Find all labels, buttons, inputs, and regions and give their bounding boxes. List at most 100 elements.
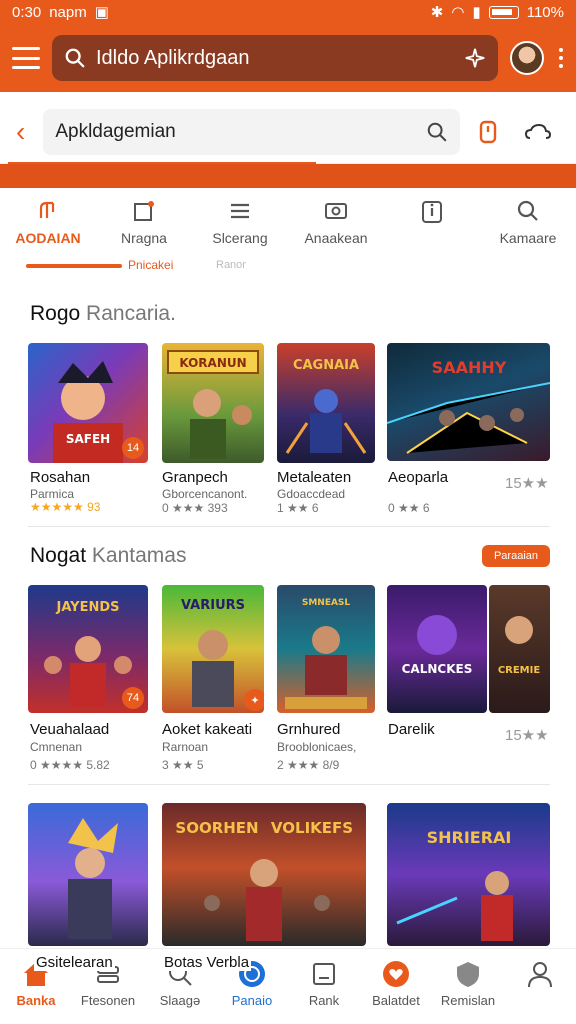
section-subtitle-text: Kantamas — [91, 544, 187, 567]
secondary-search-text: Apkldagemian — [55, 120, 176, 142]
section-title-text: Nogat — [30, 544, 87, 567]
bookmark-icon[interactable] — [466, 120, 510, 144]
badge: 14 — [122, 437, 144, 459]
nav-item-7[interactable]: Remislan — [432, 949, 504, 1024]
edit-icon — [134, 201, 154, 221]
tab-category-6[interactable]: Kamaare — [480, 198, 576, 258]
nav-label: Ftesonen — [80, 993, 136, 1008]
svg-text:VARIURS: VARIURS — [181, 598, 245, 613]
shield-icon — [457, 962, 479, 987]
svg-text:SOORHEN: SOORHEN — [175, 819, 258, 837]
nav-item-6[interactable]: Balatdet — [360, 949, 432, 1024]
tab-category-2[interactable]: Nragna — [96, 198, 192, 258]
tab-category-4[interactable]: Anaakean — [288, 198, 384, 258]
accent-strip — [0, 164, 576, 188]
game-developer: Rarnoan — [162, 740, 209, 754]
status-carrier: napm — [49, 3, 87, 21]
notification-icon: ▣ — [94, 4, 109, 21]
tab-category-3[interactable]: Slcerang — [192, 198, 288, 258]
svg-text:SMNEASL: SMNEASL — [302, 598, 351, 608]
tab-category-1[interactable]: AODAIAN — [0, 198, 96, 258]
sub-tab-active[interactable]: Pnicakei — [128, 258, 173, 272]
game-title[interactable]: Botas Verbla — [162, 954, 252, 971]
svg-text:SHRIERAI: SHRIERAI — [427, 828, 512, 847]
side-rating: 15★★ — [505, 727, 549, 744]
game-title[interactable]: Veuahalaad — [30, 721, 109, 738]
section-title-2: Nogat Kantamas — [30, 544, 186, 568]
secondary-search-field[interactable]: Apkldagemian — [43, 108, 460, 155]
game-rating: 0 ★★ 6 — [388, 501, 430, 515]
svg-text:KORANUN: KORANUN — [179, 356, 246, 370]
game-card-art[interactable]: SHRIERAI — [387, 803, 550, 946]
game-rating: 0 ★★★★ 5.82 — [30, 758, 110, 772]
nav-label: Banka — [16, 993, 56, 1008]
nav-label: Remislan — [440, 993, 496, 1008]
search-icon[interactable] — [426, 121, 448, 143]
svg-text:SAFEH: SAFEH — [66, 432, 110, 446]
card-icon — [313, 963, 335, 985]
nav-label: Rank — [308, 993, 340, 1008]
game-card-art[interactable]: VARIURS ✦ — [162, 585, 264, 713]
game-title[interactable]: Aoket kakeati — [162, 721, 252, 738]
game-title[interactable]: Aeoparla — [388, 469, 448, 486]
game-developer: Cmnenan — [30, 740, 83, 754]
game-rating: 1 ★★ 6 — [277, 501, 319, 515]
game-card-art[interactable]: SOORHEN VOLIKEFS — [162, 803, 366, 946]
game-title[interactable]: Granpech — [162, 469, 228, 486]
menu-icon[interactable] — [12, 47, 40, 69]
game-card-art[interactable]: SMNEASL — [277, 585, 375, 713]
app-screen: 0:30 napm ▣ ✱ ◠ ▮ 110% Idldo Aplikrdgaan… — [0, 0, 576, 1024]
search-icon — [65, 48, 85, 68]
category-tabs: AODAIAN Nragna Slcerang Anaakean Kamaare — [0, 198, 576, 258]
game-card-art[interactable]: SAAHHY — [387, 343, 550, 461]
svg-text:JAYENDS: JAYENDS — [56, 600, 120, 615]
game-card-art[interactable]: KORANUN — [162, 343, 264, 463]
avatar[interactable] — [510, 41, 544, 75]
game-card-art[interactable]: CREMIE — [489, 585, 550, 713]
game-title[interactable]: Metaleaten — [277, 469, 351, 486]
info-icon — [422, 201, 442, 223]
tab-label: Anaakean — [304, 230, 368, 246]
game-card-art[interactable]: CALNCKES — [387, 585, 487, 713]
tab-label: Nragna — [121, 230, 167, 246]
image-icon — [325, 203, 347, 219]
game-title[interactable]: Darelik — [388, 721, 435, 738]
game-rating: ★★★★★ 93 — [30, 500, 101, 514]
section-subtitle-text: Rancaria. — [86, 302, 176, 325]
svg-text:VOLIKEFS: VOLIKEFS — [271, 819, 353, 837]
game-card-art[interactable] — [28, 803, 148, 946]
battery-level: 110% — [526, 3, 564, 21]
status-time: 0:30 — [12, 3, 42, 21]
divider — [28, 784, 550, 785]
nav-label: Slaagə — [159, 993, 201, 1008]
active-tab-indicator — [26, 264, 122, 268]
section-title-1: Rogo Rancaria. — [30, 302, 176, 326]
game-developer: Gdoaccdead — [277, 487, 346, 501]
tab-category-5[interactable] — [384, 198, 480, 258]
game-card-art[interactable]: JAYENDS 74 — [28, 585, 148, 713]
profile-icon — [528, 962, 552, 988]
badge: 74 — [122, 687, 144, 709]
top-app-bar: Idldo Aplikrdgaan — [0, 24, 576, 92]
sub-tab-inactive[interactable]: Ranor — [216, 259, 246, 271]
game-card-art[interactable]: CAGNAIA — [277, 343, 375, 463]
side-rating: 15★★ — [505, 475, 549, 492]
game-title[interactable]: Gsitelearan — [34, 954, 115, 971]
svg-text:CALNCKES: CALNCKES — [402, 662, 473, 676]
back-arrow-icon[interactable]: ‹ — [16, 116, 25, 148]
game-rating: 2 ★★★ 8/9 — [277, 758, 340, 772]
cloud-icon[interactable] — [516, 122, 560, 142]
sparkle-icon[interactable] — [464, 47, 486, 69]
game-title[interactable]: Rosahan — [30, 469, 90, 486]
status-bar: 0:30 napm ▣ ✱ ◠ ▮ 110% — [0, 0, 576, 24]
game-title[interactable]: Grnhured — [277, 721, 340, 738]
game-card-art[interactable]: SAFEH 14 — [28, 343, 148, 463]
more-options-icon[interactable] — [558, 48, 564, 68]
svg-text:CAGNAIA: CAGNAIA — [293, 358, 359, 373]
nav-label: Balatdet — [372, 993, 420, 1008]
see-more-button[interactable]: Paraaian — [482, 545, 550, 567]
signal-icon: ▮ — [472, 4, 481, 21]
nav-item-5[interactable]: Rank — [288, 949, 360, 1024]
nav-profile[interactable] — [504, 949, 576, 1024]
search-bar[interactable]: Idldo Aplikrdgaan — [52, 35, 498, 81]
